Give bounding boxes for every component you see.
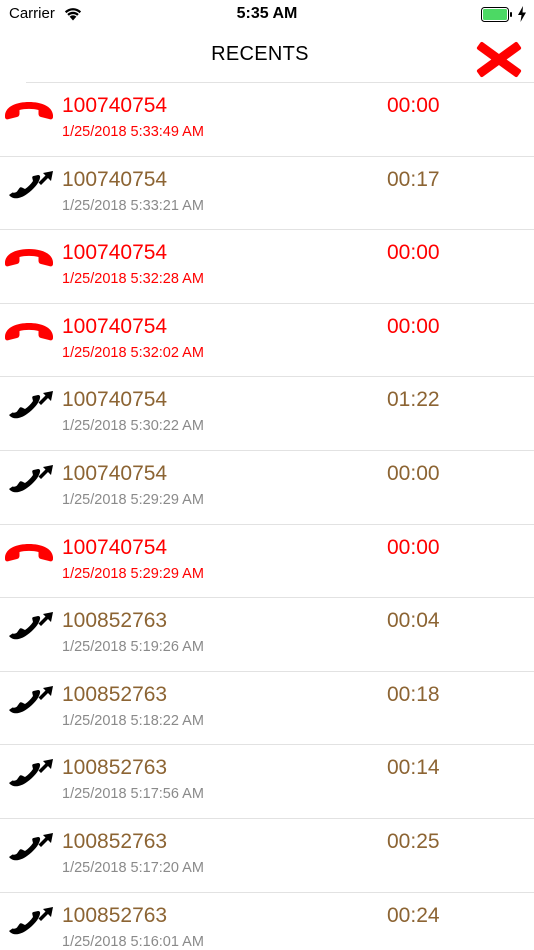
phone-number: 100740754 xyxy=(62,388,168,412)
charging-bolt-icon xyxy=(518,6,526,22)
battery-icon xyxy=(481,7,512,22)
phone-number: 100852763 xyxy=(62,903,168,927)
call-row-content: 100852763 1/25/2018 5:18:22 AM 00:18 xyxy=(0,672,534,745)
call-row-content: 100740754 1/25/2018 5:33:21 AM 00:17 xyxy=(0,157,534,230)
call-timestamp: 1/25/2018 5:18:22 AM xyxy=(62,712,204,729)
call-row-content: 100740754 1/25/2018 5:29:29 AM 00:00 xyxy=(0,451,534,524)
call-duration: 00:00 xyxy=(387,241,440,265)
call-row-content: 100740754 1/25/2018 5:32:28 AM 00:00 xyxy=(0,230,534,303)
call-duration: 00:00 xyxy=(387,314,440,338)
call-row[interactable]: 100852763 1/25/2018 5:16:01 AM 00:24 xyxy=(0,891,534,950)
call-row-content: 100740754 1/25/2018 5:29:29 AM 00:00 xyxy=(0,525,534,598)
call-row[interactable]: 100852763 1/25/2018 5:17:20 AM 00:25 xyxy=(0,817,534,892)
call-row[interactable]: 100740754 1/25/2018 5:29:29 AM 00:00 xyxy=(0,449,534,524)
call-timestamp: 1/25/2018 5:17:20 AM xyxy=(62,859,204,876)
call-duration: 00:00 xyxy=(387,535,440,559)
phone-number: 100852763 xyxy=(62,682,168,706)
call-row[interactable]: 100740754 1/25/2018 5:33:21 AM 00:17 xyxy=(0,155,534,230)
call-row[interactable]: 100740754 1/25/2018 5:33:49 AM 00:00 xyxy=(5,82,534,156)
missed-call-icon xyxy=(3,95,55,127)
page-title: RECENTS xyxy=(211,43,309,65)
call-row[interactable]: 100740754 1/25/2018 5:29:29 AM 00:00 xyxy=(0,523,534,598)
phone-number: 100852763 xyxy=(62,829,168,853)
phone-number: 100852763 xyxy=(62,756,168,780)
missed-call-icon xyxy=(3,242,55,274)
call-timestamp: 1/25/2018 5:29:29 AM xyxy=(62,491,204,508)
call-duration: 00:18 xyxy=(387,682,440,706)
nav-bar: RECENTS xyxy=(0,30,534,82)
call-row-content: 100852763 1/25/2018 5:16:01 AM 00:24 xyxy=(0,893,534,950)
recents-screen: Carrier 5:35 AM RECENTS 100740754 1/25/20… xyxy=(0,0,534,950)
phone-number: 100740754 xyxy=(62,461,168,485)
incoming-call-icon xyxy=(3,169,55,201)
incoming-call-icon xyxy=(3,831,55,863)
incoming-call-icon xyxy=(3,389,55,421)
call-row-content: 100852763 1/25/2018 5:19:26 AM 00:04 xyxy=(0,598,534,671)
phone-number: 100740754 xyxy=(62,167,168,191)
call-row-content: 100740754 1/25/2018 5:30:22 AM 01:22 xyxy=(0,377,534,450)
call-duration: 00:14 xyxy=(387,756,440,780)
call-row[interactable]: 100852763 1/25/2018 5:17:56 AM 00:14 xyxy=(0,744,534,818)
incoming-call-icon xyxy=(3,684,55,716)
call-duration: 00:04 xyxy=(387,609,440,633)
call-duration: 00:24 xyxy=(387,903,440,927)
incoming-call-icon xyxy=(3,463,55,495)
call-row[interactable]: 100740754 1/25/2018 5:32:28 AM 00:00 xyxy=(0,229,534,303)
call-timestamp: 1/25/2018 5:33:21 AM xyxy=(62,197,204,214)
call-timestamp: 1/25/2018 5:16:01 AM xyxy=(62,933,204,950)
call-row[interactable]: 100740754 1/25/2018 5:30:22 AM 01:22 xyxy=(0,376,534,450)
phone-number: 100740754 xyxy=(62,94,168,117)
call-timestamp: 1/25/2018 5:33:49 AM xyxy=(62,124,204,140)
call-timestamp: 1/25/2018 5:32:02 AM xyxy=(62,344,204,361)
phone-number: 100740754 xyxy=(62,535,168,559)
phone-number: 100852763 xyxy=(62,609,168,633)
call-row[interactable]: 100852763 1/25/2018 5:18:22 AM 00:18 xyxy=(0,670,534,745)
missed-call-icon xyxy=(3,316,55,348)
call-row[interactable]: 100740754 1/25/2018 5:32:02 AM 00:00 xyxy=(0,302,534,377)
call-timestamp: 1/25/2018 5:19:26 AM xyxy=(62,639,204,656)
call-duration: 00:25 xyxy=(387,829,440,853)
phone-number: 100740754 xyxy=(62,314,168,338)
status-bar: Carrier 5:35 AM xyxy=(0,0,534,30)
call-duration: 00:17 xyxy=(387,167,440,191)
incoming-call-icon xyxy=(3,610,55,642)
call-row-content: 100740754 1/25/2018 5:32:02 AM 00:00 xyxy=(0,304,534,377)
close-icon[interactable] xyxy=(473,40,525,78)
call-row-content: 100852763 1/25/2018 5:17:56 AM 00:14 xyxy=(0,745,534,818)
incoming-call-icon xyxy=(3,757,55,789)
call-list: 100740754 1/25/2018 5:33:49 AM 00:00 100740… xyxy=(0,82,534,950)
call-timestamp: 1/25/2018 5:32:28 AM xyxy=(62,271,204,288)
call-duration: 00:00 xyxy=(387,461,440,485)
call-timestamp: 1/25/2018 5:17:56 AM xyxy=(62,786,204,803)
call-row[interactable]: 100852763 1/25/2018 5:19:26 AM 00:04 xyxy=(0,597,534,671)
incoming-call-icon xyxy=(3,905,55,937)
call-timestamp: 1/25/2018 5:29:29 AM xyxy=(62,565,204,582)
call-duration: 01:22 xyxy=(387,388,440,412)
call-row-content: 100740754 1/25/2018 5:33:49 AM 00:00 xyxy=(0,83,534,156)
call-duration: 00:00 xyxy=(387,94,440,117)
status-time: 5:35 AM xyxy=(236,5,298,22)
phone-number: 100740754 xyxy=(62,241,168,265)
call-row-content: 100852763 1/25/2018 5:17:20 AM 00:25 xyxy=(0,819,534,892)
call-timestamp: 1/25/2018 5:30:22 AM xyxy=(62,418,204,435)
missed-call-icon xyxy=(3,537,55,569)
